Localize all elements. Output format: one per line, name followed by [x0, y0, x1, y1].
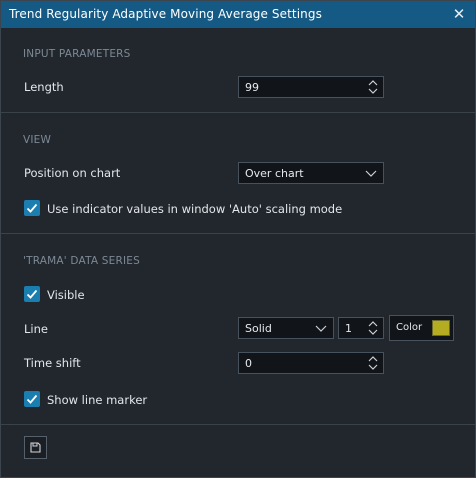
auto-scaling-label: Use indicator values in window 'Auto' sc…: [47, 202, 343, 216]
auto-scaling-checkbox[interactable]: [24, 200, 40, 216]
show-line-marker-checkbox[interactable]: [24, 391, 40, 407]
line-style-value: Solid: [245, 322, 272, 335]
line-width-stepper[interactable]: 1: [338, 317, 384, 339]
line-color-button[interactable]: Color: [389, 315, 454, 341]
line-width-value: 1: [345, 322, 352, 335]
length-stepper[interactable]: 99: [238, 76, 384, 98]
divider: [1, 424, 475, 425]
window-title: Trend Regularity Adaptive Moving Average…: [9, 7, 322, 21]
checkmark-icon: [26, 203, 38, 213]
show-line-marker-label: Show line marker: [47, 393, 148, 407]
section-title-view: VIEW: [23, 134, 52, 146]
section-title-data-series: 'TRAMA' DATA SERIES: [23, 255, 140, 267]
position-value: Over chart: [245, 167, 304, 180]
time-shift-stepper[interactable]: 0: [238, 352, 384, 374]
spinner-arrows-icon[interactable]: [367, 79, 379, 95]
line-label: Line: [24, 322, 48, 336]
position-label: Position on chart: [24, 166, 121, 180]
spinner-arrows-icon[interactable]: [367, 320, 379, 336]
checkmark-icon: [26, 289, 38, 299]
time-shift-value: 0: [245, 357, 252, 370]
color-label: Color: [396, 322, 423, 333]
save-icon: [30, 442, 41, 453]
position-select[interactable]: Over chart: [238, 162, 384, 184]
save-button[interactable]: [24, 436, 47, 459]
chevron-down-icon: [365, 170, 377, 177]
divider: [1, 112, 475, 113]
visible-label: Visible: [47, 288, 85, 302]
checkmark-icon: [26, 394, 38, 404]
chevron-down-icon: [315, 325, 327, 332]
time-shift-label: Time shift: [24, 356, 81, 370]
line-style-select[interactable]: Solid: [238, 317, 334, 339]
close-icon[interactable]: ✕: [451, 5, 467, 23]
color-swatch: [432, 320, 450, 336]
settings-dialog: Trend Regularity Adaptive Moving Average…: [0, 0, 476, 478]
spinner-arrows-icon[interactable]: [367, 355, 379, 371]
divider: [1, 233, 475, 234]
visible-checkbox[interactable]: [24, 286, 40, 302]
title-bar: Trend Regularity Adaptive Moving Average…: [1, 1, 475, 28]
section-title-input-parameters: INPUT PARAMETERS: [23, 48, 131, 60]
length-label: Length: [24, 80, 64, 94]
length-value: 99: [245, 81, 259, 94]
